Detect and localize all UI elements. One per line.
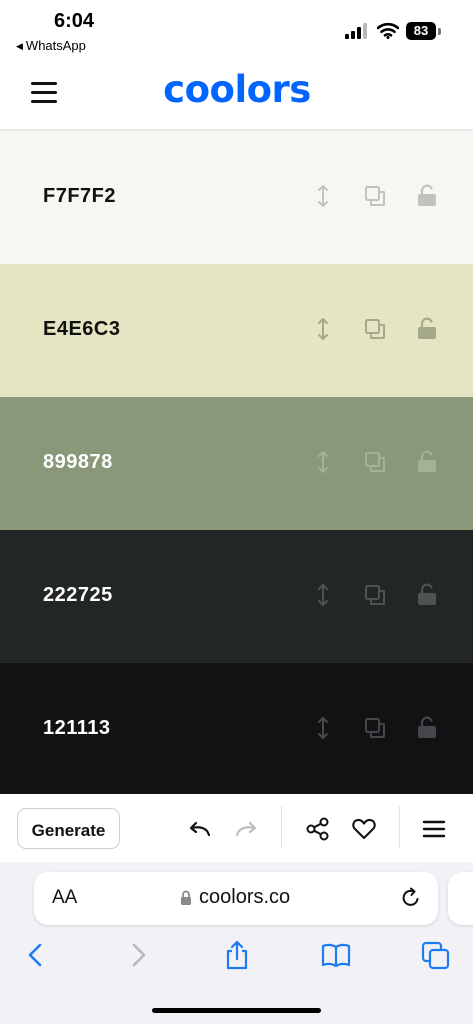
color-hex-code[interactable]: 222725 bbox=[43, 584, 113, 607]
share-icon[interactable] bbox=[305, 816, 331, 842]
undo-icon[interactable] bbox=[187, 816, 213, 842]
back-triangle-icon: ◀ bbox=[16, 41, 23, 51]
copy-icon[interactable] bbox=[363, 716, 387, 740]
drag-move-icon[interactable] bbox=[311, 716, 335, 740]
color-hex-code[interactable]: F7F7F2 bbox=[43, 185, 116, 208]
drag-move-icon[interactable] bbox=[311, 583, 335, 607]
cellular-signal-icon bbox=[345, 23, 367, 39]
unlock-icon[interactable] bbox=[415, 583, 439, 607]
share-sheet-icon[interactable] bbox=[222, 940, 252, 970]
back-to-app-link[interactable]: ◀ WhatsApp bbox=[16, 38, 86, 53]
bookmarks-icon[interactable] bbox=[321, 940, 351, 970]
color-swatch[interactable]: 222725 bbox=[0, 530, 473, 663]
color-hex-code[interactable]: 899878 bbox=[43, 451, 113, 474]
hamburger-menu-button[interactable] bbox=[31, 82, 57, 106]
home-indicator[interactable] bbox=[152, 1008, 321, 1013]
tabs-icon[interactable] bbox=[421, 940, 451, 970]
drag-move-icon[interactable] bbox=[311, 184, 335, 208]
back-app-label: WhatsApp bbox=[25, 38, 86, 53]
color-swatch[interactable]: E4E6C3 bbox=[0, 264, 473, 397]
color-swatch[interactable]: 121113 bbox=[0, 663, 473, 796]
reader-text-size-button[interactable]: AA bbox=[52, 887, 77, 909]
coolors-logo[interactable]: coolors bbox=[157, 68, 317, 111]
battery-level: 83 bbox=[413, 23, 429, 38]
palette-toolbar: Generate bbox=[0, 794, 473, 862]
copy-icon[interactable] bbox=[363, 317, 387, 341]
color-hex-code[interactable]: E4E6C3 bbox=[43, 318, 121, 341]
drag-move-icon[interactable] bbox=[311, 317, 335, 341]
color-hex-code[interactable]: 121113 bbox=[43, 717, 111, 740]
back-chevron-icon[interactable] bbox=[21, 940, 51, 970]
reload-icon[interactable] bbox=[400, 887, 422, 909]
battery-indicator: 83 bbox=[406, 22, 442, 40]
drag-move-icon[interactable] bbox=[311, 450, 335, 474]
unlock-icon[interactable] bbox=[415, 450, 439, 474]
wifi-icon bbox=[377, 22, 399, 39]
url-text: coolors.co bbox=[199, 886, 291, 908]
toolbar-separator bbox=[281, 806, 282, 848]
color-swatch[interactable]: F7F7F2 bbox=[0, 131, 473, 264]
forward-chevron-icon[interactable] bbox=[123, 940, 153, 970]
status-time: 6:04 bbox=[54, 10, 95, 32]
generate-button[interactable]: Generate bbox=[17, 808, 120, 849]
unlock-icon[interactable] bbox=[415, 716, 439, 740]
more-menu-icon[interactable] bbox=[421, 816, 447, 842]
favorite-heart-icon[interactable] bbox=[351, 816, 377, 842]
address-bar[interactable]: AA coolors.co bbox=[34, 872, 438, 925]
redo-icon[interactable] bbox=[233, 816, 259, 842]
lock-icon bbox=[181, 890, 191, 905]
copy-icon[interactable] bbox=[363, 184, 387, 208]
next-tab-address-bar[interactable] bbox=[448, 872, 473, 925]
copy-icon[interactable] bbox=[363, 583, 387, 607]
toolbar-separator bbox=[399, 806, 400, 848]
unlock-icon[interactable] bbox=[415, 317, 439, 341]
unlock-icon[interactable] bbox=[415, 184, 439, 208]
color-swatch[interactable]: 899878 bbox=[0, 397, 473, 530]
browser-bottom-bar: AA coolors.co bbox=[0, 862, 473, 1024]
copy-icon[interactable] bbox=[363, 450, 387, 474]
